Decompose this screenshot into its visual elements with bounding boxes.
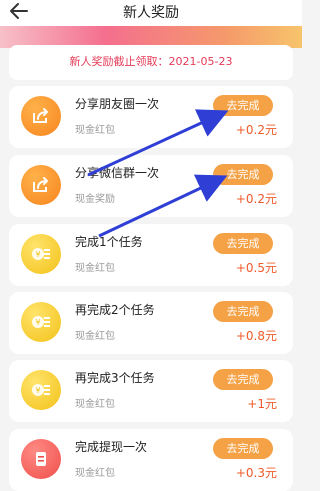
go-complete-button[interactable]: 去完成	[213, 164, 273, 185]
reward-amount: +0.2元	[235, 123, 277, 137]
coins-icon: ¥	[21, 302, 61, 342]
reward-amount: +0.2元	[235, 192, 277, 206]
svg-text:¥: ¥	[35, 318, 40, 327]
task-item-3: ¥ 完成1个任务 现金红包 去完成 +0.5元	[9, 224, 293, 286]
task-item-5: ¥ 再完成3个任务 现金红包 去完成 +1元	[9, 360, 293, 422]
task-subtitle: 现金红包	[75, 331, 115, 342]
task-item-2: 分享微信群一次 现金奖励 去完成 +0.2元	[9, 155, 293, 217]
task-title: 分享朋友圈一次	[75, 97, 160, 111]
coins-icon: ¥	[21, 370, 61, 410]
task-item-4: ¥ 再完成2个任务 现金红包 去完成 +0.8元	[9, 292, 293, 354]
task-item-1: 分享朋友圈一次 现金红包 去完成 +0.2元	[9, 86, 293, 148]
go-complete-button[interactable]: 去完成	[213, 369, 273, 390]
task-title: 完成1个任务	[75, 235, 143, 249]
go-complete-button[interactable]: 去完成	[213, 233, 273, 254]
reward-amount: +0.8元	[235, 329, 277, 343]
withdraw-icon	[21, 439, 61, 479]
reward-amount: +0.3元	[235, 466, 277, 480]
task-title: 再完成3个任务	[75, 371, 155, 385]
go-complete-button[interactable]: 去完成	[213, 301, 273, 322]
task-subtitle: 现金红包	[75, 263, 115, 274]
task-title: 完成提现一次	[75, 440, 148, 454]
page-title: 新人奖励	[123, 5, 179, 21]
task-title: 分享微信群一次	[75, 166, 160, 180]
reward-amount: +0.5元	[235, 261, 277, 275]
share-icon	[21, 165, 61, 205]
task-subtitle: 现金奖励	[75, 194, 115, 205]
deadline-notice: 新人奖励截止领取：2021-05-23	[69, 55, 233, 68]
notice-card: 新人奖励截止领取：2021-05-23	[9, 45, 293, 80]
share-icon	[21, 96, 61, 136]
task-subtitle: 现金红包	[75, 468, 115, 479]
svg-text:¥: ¥	[35, 250, 40, 259]
task-title: 再完成2个任务	[75, 303, 155, 317]
reward-amount: +1元	[247, 397, 277, 411]
svg-text:¥: ¥	[35, 386, 40, 395]
go-complete-button[interactable]: 去完成	[213, 95, 273, 116]
coins-icon: ¥	[21, 234, 61, 274]
task-subtitle: 现金红包	[75, 399, 115, 410]
go-complete-button[interactable]: 去完成	[213, 438, 273, 459]
task-subtitle: 现金红包	[75, 125, 115, 136]
header-bar: 新人奖励	[0, 0, 302, 26]
task-item-6: 完成提现一次 现金红包 去完成 +0.3元	[9, 429, 293, 491]
